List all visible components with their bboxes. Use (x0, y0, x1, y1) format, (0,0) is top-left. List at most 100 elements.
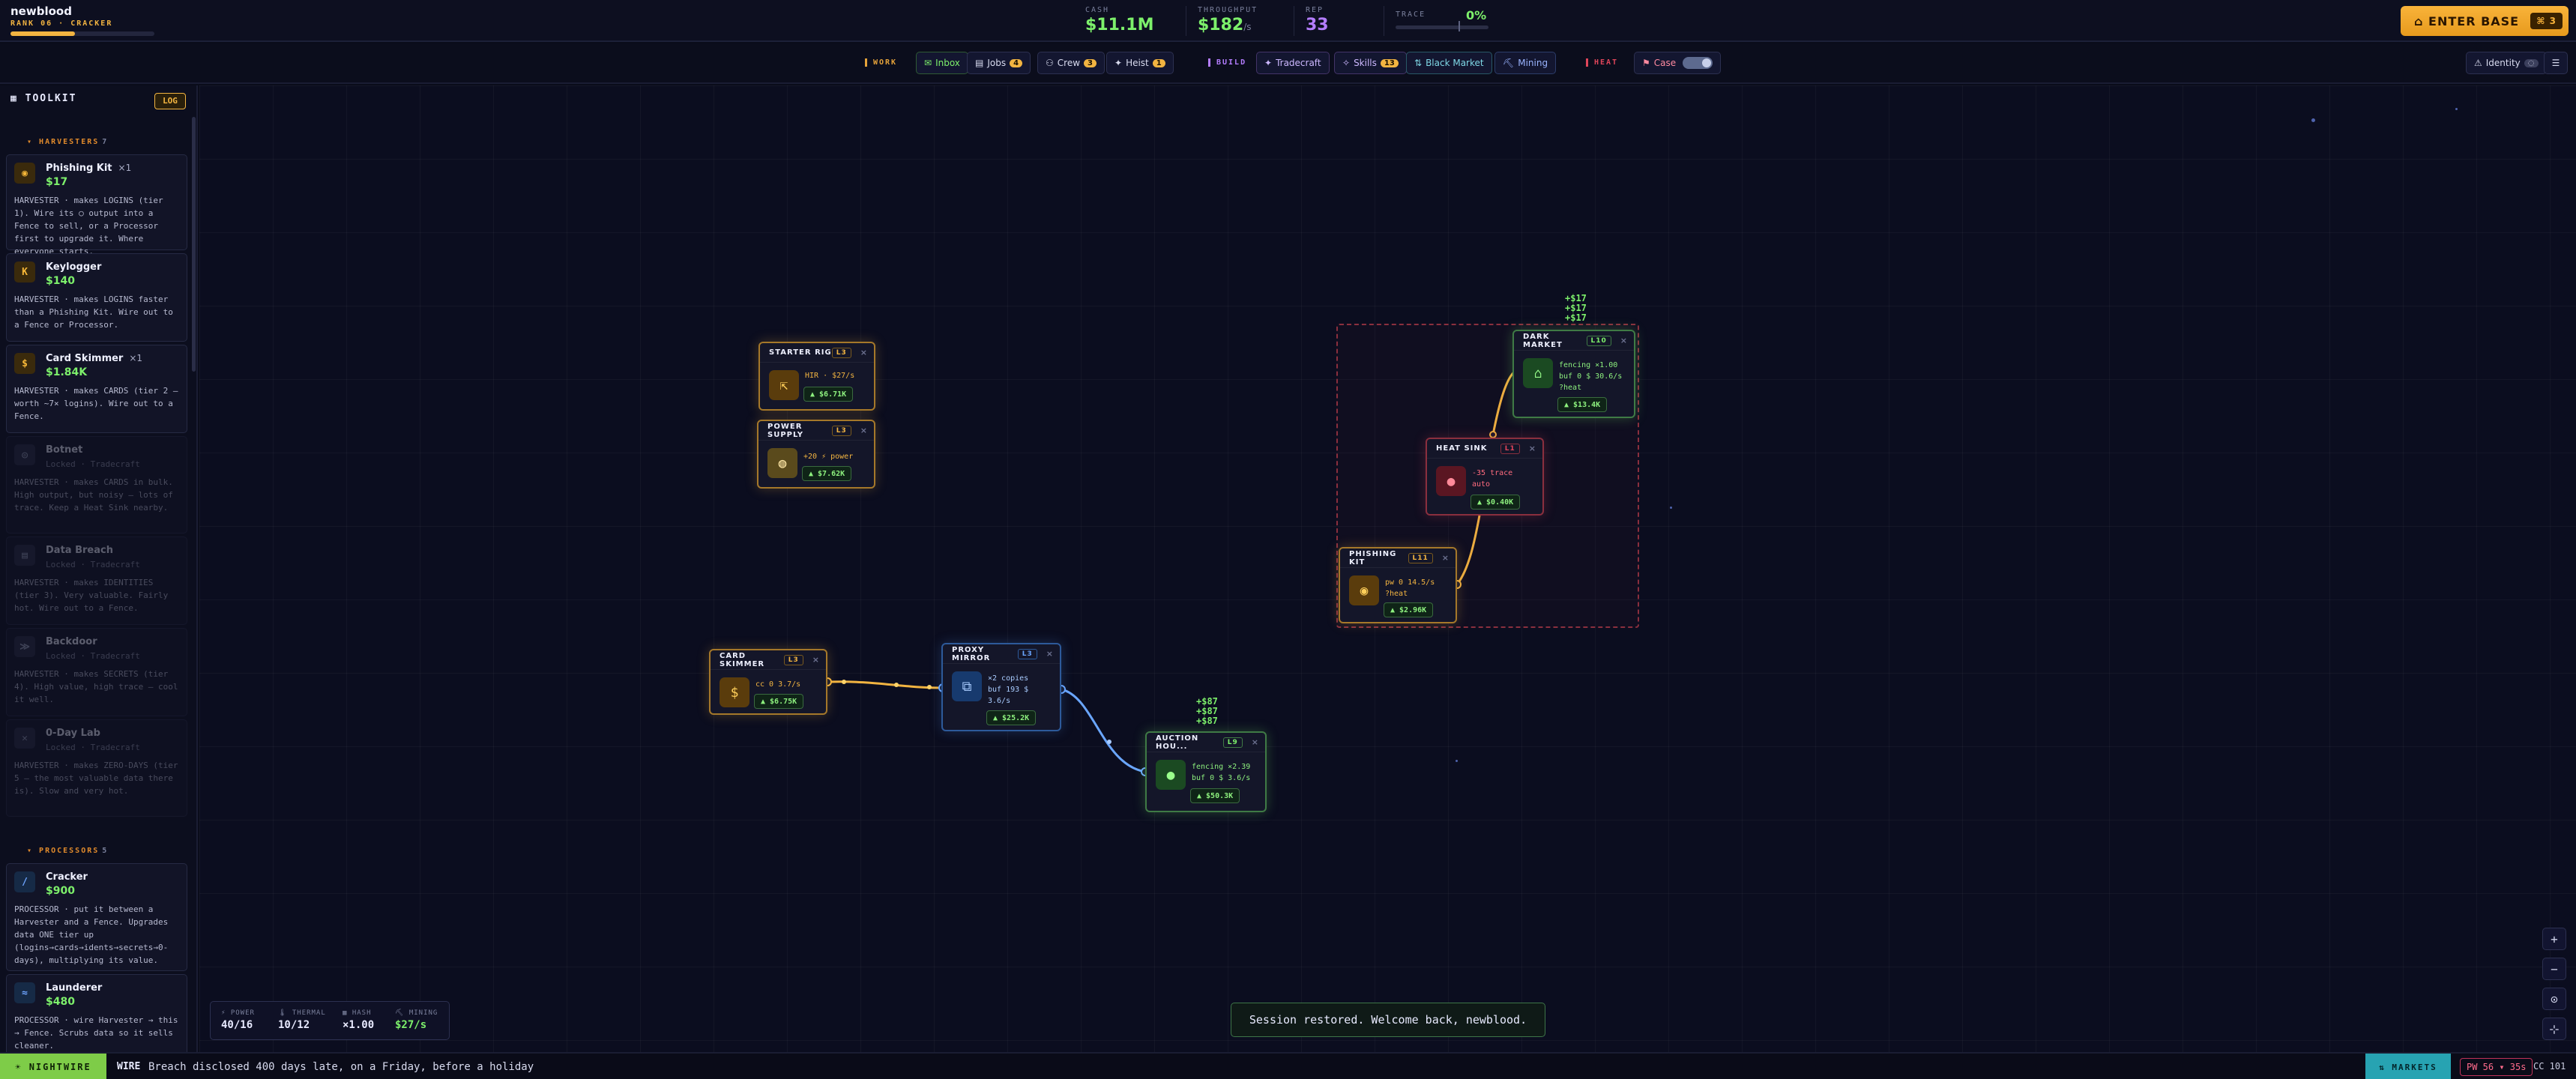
toolkit-card-keylogger[interactable]: K Keylogger $140 HARVESTER · makes LOGIN… (6, 253, 187, 342)
close-icon[interactable]: × (1252, 737, 1259, 747)
tradecraft-button[interactable]: ✦ Tradecraft (1256, 52, 1330, 74)
node-power-supply[interactable]: POWER SUPPLY L3 × ◍ +20 ⚡ power ▲ $7.62K (757, 420, 875, 489)
close-icon[interactable]: × (1046, 649, 1054, 659)
node-upgrade-button[interactable]: ▲ $2.96K (1384, 602, 1434, 617)
node-level: L9 (1222, 737, 1243, 748)
mining-value: $27/s (395, 1019, 427, 1031)
mining-button[interactable]: ⛏ Mining (1494, 52, 1557, 74)
node-phishing-kit[interactable]: PHISHING KIT L11 × ◉ pw 0 14.5/s ?heat ▲ $… (1339, 547, 1457, 623)
throughput-label: THROUGHPUT (1198, 6, 1258, 14)
case-toggle[interactable]: ⚑ Case (1634, 52, 1722, 74)
thermal-value: 10/12 (278, 1019, 310, 1031)
center-view-button[interactable]: ⊙ (2542, 988, 2566, 1010)
node-stat: fencing ×2.39 (1192, 763, 1251, 771)
node-upgrade-button[interactable]: ▲ $13.4K (1557, 397, 1608, 412)
node-level: L11 (1408, 552, 1433, 563)
node-auction-house[interactable]: AUCTION HOU... L9 × ● fencing ×2.39 buf 0 … (1145, 731, 1267, 812)
node-heat-sink[interactable]: HEAT SINK L1 × ● -35 trace auto ▲ $0.40K (1426, 438, 1544, 516)
thermal-label: 🌡 THERMAL (278, 1009, 326, 1017)
zoom-out-button[interactable]: − (2542, 958, 2566, 980)
close-icon[interactable]: × (860, 426, 868, 435)
node-card-skimmer[interactable]: CARD SKIMMER L3 × $ cc 0 3.7/s ▲ $6.75K (709, 649, 827, 715)
harvesters-count: 7 (102, 138, 109, 146)
exchange-icon: ⇅ (1414, 58, 1423, 68)
trace-stat-value: 0% (1466, 7, 1486, 22)
database-icon: ▤ (14, 545, 35, 566)
heist-button[interactable]: ✦ Heist 1 (1106, 52, 1174, 74)
toolkit-card-botnet[interactable]: ◎ Botnet Locked · Tradecraft HARVESTER ·… (6, 436, 187, 534)
toolkit-card-cracker[interactable]: / Cracker $900 PROCESSOR · put it betwee… (6, 863, 187, 971)
node-upgrade-button[interactable]: ▲ $0.40K (1471, 495, 1521, 510)
toolkit-card-0-day-lab[interactable]: ✕ 0-Day Lab Locked · Tradecraft HARVESTE… (6, 719, 187, 817)
crew-button[interactable]: ⚇ Crew 3 (1037, 52, 1105, 74)
close-icon[interactable]: × (1442, 553, 1450, 563)
zoom-in-button[interactable]: + (2542, 928, 2566, 950)
node-proxy-mirror[interactable]: PROXY MIRROR L3 × ⧉ ×2 copies buf 193 $ 3.… (941, 643, 1061, 731)
wire-label: WIRE (117, 1061, 141, 1072)
node-starter-rig[interactable]: STARTER RIG L3 × ⇱ HIR · $27/s ▲ $6.71K (758, 342, 875, 411)
node-upgrade-button[interactable]: ▲ $7.62K (802, 466, 852, 481)
node-level: L3 (831, 425, 851, 436)
close-icon[interactable]: × (1620, 336, 1628, 345)
throughput-stat: THROUGHPUT $182/s (1198, 6, 1258, 34)
card-description: HARVESTER · makes CARDS (tier 2 — worth … (14, 386, 178, 421)
case-switch[interactable] (1683, 57, 1713, 69)
toolkit-card-backdoor[interactable]: ≫ Backdoor Locked · Tradecraft HARVESTER… (6, 628, 187, 716)
heat-group-label: HEAT (1586, 58, 1618, 67)
power-label: ⚡ POWER (221, 1009, 255, 1017)
canvas-marker (1456, 760, 1458, 762)
toolkit-title: ▦ TOOLKIT (10, 93, 76, 104)
node-stat: -35 trace (1472, 469, 1513, 477)
fit-view-button[interactable]: ⊹ (2542, 1018, 2566, 1040)
toolkit-card-launderer[interactable]: ≈ Launderer $480 PROCESSOR · wire Harves… (6, 974, 187, 1052)
node-upgrade-button[interactable]: ▲ $25.2K (986, 710, 1037, 725)
pickaxe-icon: ⛏ (1503, 58, 1515, 68)
warning-icon: ⚠ (2474, 58, 2482, 68)
node-dark-market[interactable]: DARK MARKET L10 × ⌂ fencing ×1.00 buf 0 $ … (1512, 330, 1635, 418)
inbox-button[interactable]: ✉ Inbox (916, 52, 968, 74)
node-title: HEAT SINK (1436, 444, 1488, 453)
power-value: 40/16 (221, 1019, 253, 1031)
menu-button[interactable]: ☰ (2544, 52, 2568, 74)
enter-base-button[interactable]: ⌂ ENTER BASE ⌘ 3 (2401, 6, 2569, 36)
node-upgrade-button[interactable]: ▲ $6.71K (803, 387, 854, 402)
heist-icon: ✦ (1114, 58, 1123, 68)
chevron-down-icon[interactable]: ▾ (27, 847, 39, 855)
black-market-button[interactable]: ⇅ Black Market (1406, 52, 1492, 74)
toolkit-card-phishing-kit[interactable]: ◉ Phishing Kit ×1 $17 HARVESTER · makes L… (6, 154, 187, 256)
toolkit-card-card-skimmer[interactable]: $ Card Skimmer ×1 $1.84K HARVESTER · make… (6, 345, 187, 433)
close-icon[interactable]: × (812, 655, 820, 665)
sidebar-scrollbar[interactable] (192, 117, 196, 372)
card-description: HARVESTER · makes CARDS in bulk. High ou… (14, 477, 173, 513)
backdoor-icon: ≫ (14, 636, 35, 657)
node-title: AUCTION HOU... (1156, 734, 1199, 751)
rep-stat: REP 33 (1306, 6, 1329, 34)
node-title: PROXY MIRROR (952, 645, 991, 662)
botnet-icon: ◎ (14, 444, 35, 465)
toolkit-card-data-breach[interactable]: ▤ Data Breach Locked · Tradecraft HARVES… (6, 537, 187, 625)
mining-label: Mining (1518, 58, 1548, 68)
bottom-bar: ☀ NIGHTWIRE WIRE Breach disclosed 400 da… (0, 1052, 2576, 1079)
skills-button[interactable]: ✧ Skills 13 (1334, 52, 1407, 74)
markets-button[interactable]: ⇅ MARKETS (2365, 1054, 2451, 1079)
price-badge[interactable]: PW 56 ▾ 35s (2460, 1058, 2533, 1076)
node-upgrade-button[interactable]: ▲ $6.75K (754, 694, 804, 709)
hash-label: ▦ HASH (343, 1009, 372, 1017)
node-upgrade-button[interactable]: ▲ $50.3K (1190, 788, 1240, 803)
node-title: POWER SUPPLY (767, 422, 804, 439)
node-stat: pw 0 14.5/s (1385, 578, 1435, 587)
harvesters-label: HARVESTERS (39, 138, 100, 146)
close-icon[interactable]: × (860, 348, 868, 357)
chevron-down-icon[interactable]: ▾ (27, 138, 39, 146)
skills-label: Skills (1354, 58, 1377, 68)
identity-button[interactable]: ⚠ Identity ◌ (2466, 52, 2547, 74)
rank-progress-fill (10, 31, 76, 36)
card-price: $1.84K (46, 366, 88, 378)
close-icon[interactable]: × (1529, 444, 1536, 453)
tradecraft-icon: ✦ (1264, 58, 1273, 68)
jobs-button[interactable]: ▤ Jobs 4 (967, 52, 1031, 74)
toolkit-title-text: TOOLKIT (25, 93, 77, 104)
thermal-stat: 🌡 THERMAL 10/12 (278, 1009, 326, 1031)
card-description: HARVESTER · makes SECRETS (tier 4). High… (14, 669, 178, 704)
log-button[interactable]: LOG (154, 93, 186, 109)
